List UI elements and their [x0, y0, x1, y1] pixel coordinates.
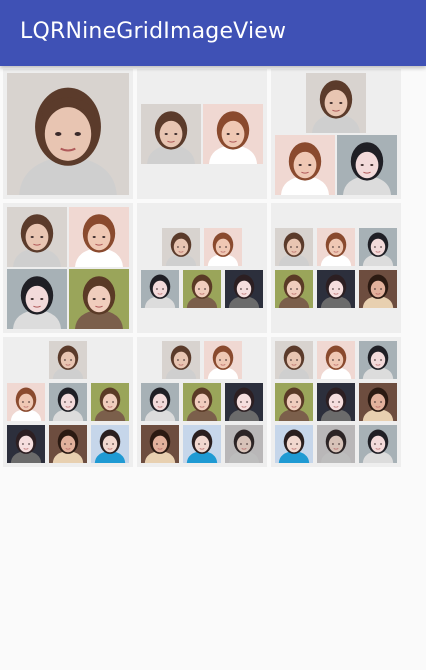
grid-photo[interactable]	[337, 135, 397, 195]
grid-photo[interactable]	[7, 383, 45, 421]
grid-photo[interactable]	[275, 383, 313, 421]
grid-photo[interactable]	[317, 425, 355, 463]
nine-grid-item[interactable]	[271, 203, 401, 333]
grid-photo[interactable]	[204, 341, 242, 379]
grid-photo[interactable]	[306, 73, 366, 133]
app-bar: LQRNineGridImageView	[0, 0, 426, 66]
grid-photo[interactable]	[225, 270, 263, 308]
grid-photo[interactable]	[141, 270, 179, 308]
grid-photo[interactable]	[359, 383, 397, 421]
grid-photo[interactable]	[49, 341, 87, 379]
nine-grid-item[interactable]	[3, 337, 133, 467]
nine-grid-item[interactable]	[137, 337, 267, 467]
grid-photo[interactable]	[69, 269, 129, 329]
grid-photo[interactable]	[141, 104, 201, 164]
nine-grid-item[interactable]	[271, 337, 401, 467]
grid-photo[interactable]	[91, 425, 129, 463]
grid-photo[interactable]	[359, 341, 397, 379]
grid-photo[interactable]	[7, 269, 67, 329]
grid-photo[interactable]	[7, 73, 129, 195]
grid-photo[interactable]	[275, 341, 313, 379]
grid-photo[interactable]	[91, 383, 129, 421]
grid-photo[interactable]	[317, 270, 355, 308]
grid-photo[interactable]	[317, 228, 355, 266]
grid-photo[interactable]	[69, 207, 129, 267]
grid-photo[interactable]	[183, 270, 221, 308]
app-title: LQRNineGridImageView	[20, 19, 287, 44]
grid-photo[interactable]	[359, 425, 397, 463]
grid-photo[interactable]	[49, 425, 87, 463]
nine-grid-item[interactable]	[137, 203, 267, 333]
grid-photo[interactable]	[317, 383, 355, 421]
grid-photo[interactable]	[49, 383, 87, 421]
grid-photo[interactable]	[275, 270, 313, 308]
grid-photo[interactable]	[162, 341, 200, 379]
grid-photo[interactable]	[359, 270, 397, 308]
grid-photo[interactable]	[7, 425, 45, 463]
grid-photo[interactable]	[225, 425, 263, 463]
grid-photo[interactable]	[162, 228, 200, 266]
grid-photo[interactable]	[275, 135, 335, 195]
grid-photo[interactable]	[225, 383, 263, 421]
grid-photo[interactable]	[275, 425, 313, 463]
grid-photo[interactable]	[275, 228, 313, 266]
grid-photo[interactable]	[7, 207, 67, 267]
nine-grid-item[interactable]	[3, 69, 133, 199]
grid-photo[interactable]	[203, 104, 263, 164]
grid-photo[interactable]	[141, 425, 179, 463]
grid-photo[interactable]	[183, 383, 221, 421]
grid-photo[interactable]	[204, 228, 242, 266]
nine-grid-item[interactable]	[271, 69, 401, 199]
grid-photo[interactable]	[359, 228, 397, 266]
nine-grid-item[interactable]	[3, 203, 133, 333]
nine-grid-item[interactable]	[137, 69, 267, 199]
grid-photo[interactable]	[141, 383, 179, 421]
grid-photo[interactable]	[317, 341, 355, 379]
grid-photo[interactable]	[183, 425, 221, 463]
